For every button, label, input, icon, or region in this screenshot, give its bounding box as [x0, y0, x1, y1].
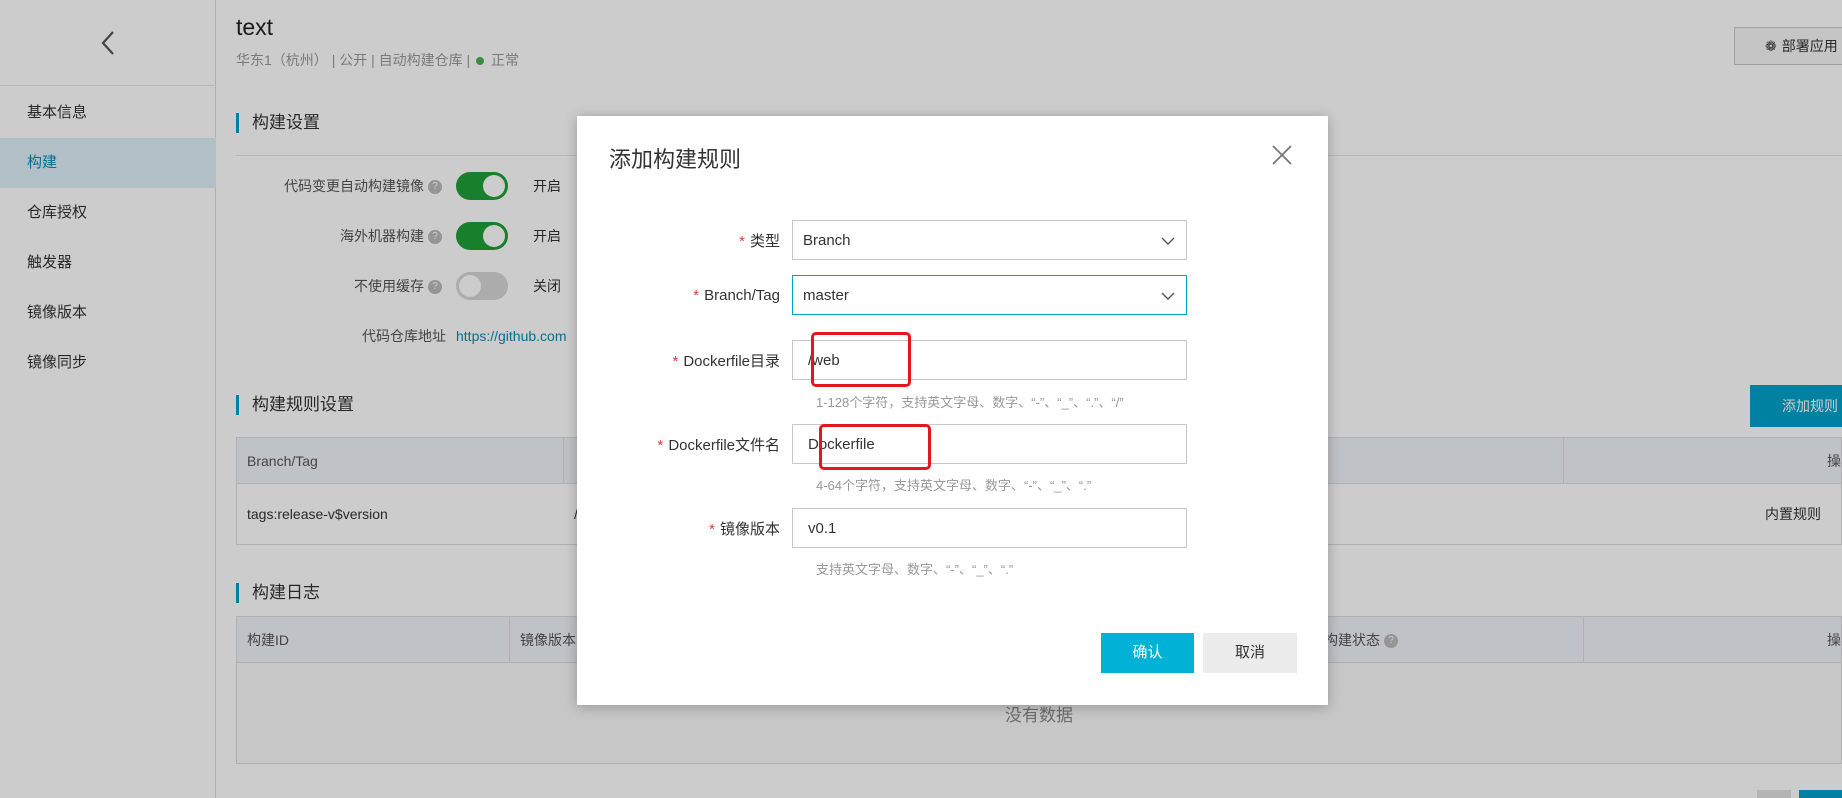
close-button[interactable] — [1267, 140, 1297, 170]
dockerfile-name-hint: 4-64个字符，支持英文字母、数字、“-”、“_”、“.” — [816, 478, 1092, 493]
type-select[interactable]: Branch — [792, 220, 1187, 260]
highlight-box-dockerfile-name — [819, 424, 931, 470]
chevron-down-icon — [1161, 292, 1175, 300]
branch-tag-select[interactable]: master — [792, 275, 1187, 315]
cancel-button[interactable]: 取消 — [1203, 633, 1297, 673]
dialog-title: 添加构建规则 — [609, 147, 742, 172]
dockerfile-dir-hint: 1-128个字符，支持英文字母、数字、“-”、“_”、“.”、“/” — [816, 395, 1124, 410]
add-build-rule-dialog: 添加构建规则 * 类型 Branch * Branch/Tag master * Do… — [577, 116, 1328, 705]
close-icon — [1272, 145, 1292, 165]
image-version-input[interactable]: v0.1 — [792, 508, 1187, 548]
image-version-hint: 支持英文字母、数字、“-”、“_”、“.” — [816, 562, 1014, 577]
branch-tag-field: * Branch/Tag master — [577, 275, 1187, 315]
highlight-box-dockerfile-dir — [811, 332, 911, 387]
type-field: * 类型 Branch — [577, 220, 1187, 260]
chevron-down-icon — [1161, 237, 1175, 245]
confirm-button[interactable]: 确认 — [1101, 633, 1194, 673]
image-version-field: * 镜像版本 v0.1 — [577, 508, 1187, 548]
